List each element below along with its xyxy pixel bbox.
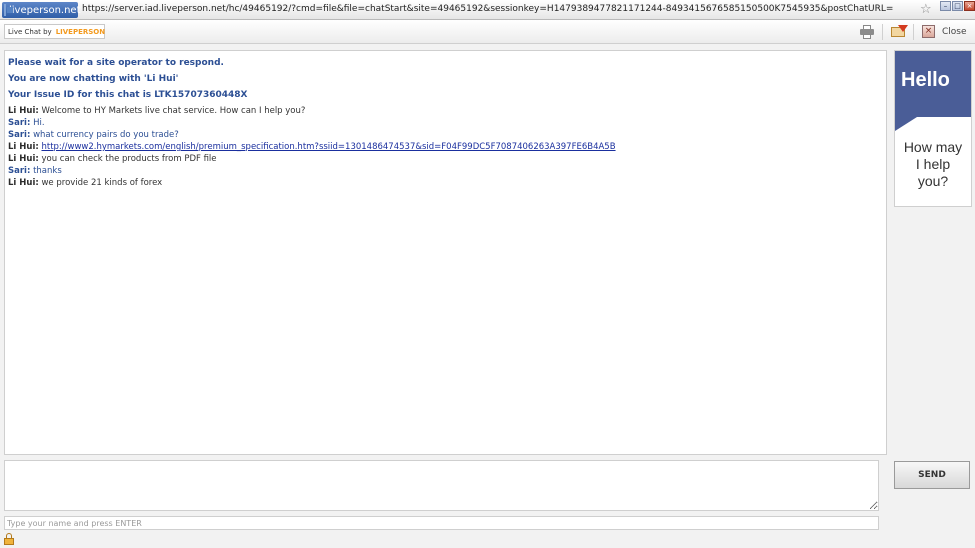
toolbar-divider xyxy=(913,24,914,40)
minimize-button[interactable]: – xyxy=(940,1,951,11)
message-text: we provide 21 kinds of forex xyxy=(41,178,163,188)
chat-line: Sari: what currency pairs do you trade? xyxy=(8,129,883,141)
sender-name: Li Hui: xyxy=(8,142,39,152)
name-input[interactable] xyxy=(4,516,879,530)
chat-transcript[interactable]: Please wait for a site operator to respo… xyxy=(4,50,887,455)
chat-line: Li Hui: Welcome to HY Markets live chat … xyxy=(8,105,883,117)
email-transcript-icon[interactable] xyxy=(890,24,908,39)
liveperson-logo: Live Chat by LIVEPERSON xyxy=(4,24,105,39)
send-button[interactable]: SEND xyxy=(894,461,970,489)
message-text: Hi. xyxy=(33,118,45,128)
chat-line: Li Hui: http://www2.hymarkets.com/englis… xyxy=(8,141,883,153)
system-message: Your Issue ID for this chat is LTK157073… xyxy=(8,90,248,100)
chat-toolbar: Live Chat by LIVEPERSON × Close xyxy=(0,20,975,44)
ad-line: How may xyxy=(903,139,963,155)
logo-brand: LIVEPERSON xyxy=(55,27,106,36)
hello-ad-banner[interactable]: Hello How may I help you? xyxy=(894,50,972,207)
sender-name: Sari: xyxy=(8,166,31,176)
sender-name: Li Hui: xyxy=(8,154,39,164)
maximize-button[interactable]: □ xyxy=(952,1,963,11)
site-label: liveperson.net xyxy=(9,4,81,16)
message-input[interactable] xyxy=(4,460,879,511)
sender-name: Li Hui: xyxy=(8,178,39,188)
system-message: You are now chatting with 'Li Hui' xyxy=(8,74,179,84)
ad-line: I help xyxy=(915,156,951,172)
toolbar-divider xyxy=(882,24,883,40)
message-text: what currency pairs do you trade? xyxy=(33,130,179,140)
message-text: thanks xyxy=(33,166,62,176)
sender-name: Sari: xyxy=(8,130,31,140)
chat-line: Sari: thanks xyxy=(8,165,883,177)
logo-prefix: Live Chat by xyxy=(8,27,52,36)
ad-subtext: How may I help you? xyxy=(895,139,971,190)
ad-line: you? xyxy=(917,173,949,189)
close-chat-icon[interactable]: × xyxy=(921,24,937,39)
speech-bubble-tail xyxy=(895,117,917,131)
url-field[interactable]: https://server.iad.liveperson.net/hc/494… xyxy=(82,4,893,14)
address-bar: liveperson.net https://server.iad.livepe… xyxy=(0,0,975,20)
chat-line: Li Hui: you can check the products from … xyxy=(8,153,883,165)
site-identity-badge[interactable]: liveperson.net xyxy=(2,2,81,18)
lock-icon xyxy=(4,533,14,545)
chat-line: Li Hui: we provide 21 kinds of forex xyxy=(8,177,883,189)
bookmark-star-icon[interactable]: ☆ xyxy=(920,2,932,18)
ad-headline: Hello xyxy=(901,69,950,91)
message-text: Welcome to HY Markets live chat service.… xyxy=(41,106,306,116)
system-message: Please wait for a site operator to respo… xyxy=(8,58,224,68)
message-text: you can check the products from PDF file xyxy=(41,154,217,164)
print-icon[interactable] xyxy=(859,24,875,39)
sender-name: Li Hui: xyxy=(8,106,39,116)
chat-line: Sari: Hi. xyxy=(8,117,883,129)
window-close-button[interactable]: × xyxy=(964,1,975,11)
sender-name: Sari: xyxy=(8,118,31,128)
window-controls: – □ × xyxy=(940,1,975,11)
page-icon xyxy=(4,4,13,16)
product-spec-link[interactable]: http://www2.hymarkets.com/english/premiu… xyxy=(41,142,615,152)
close-chat-button[interactable]: Close xyxy=(942,27,967,37)
